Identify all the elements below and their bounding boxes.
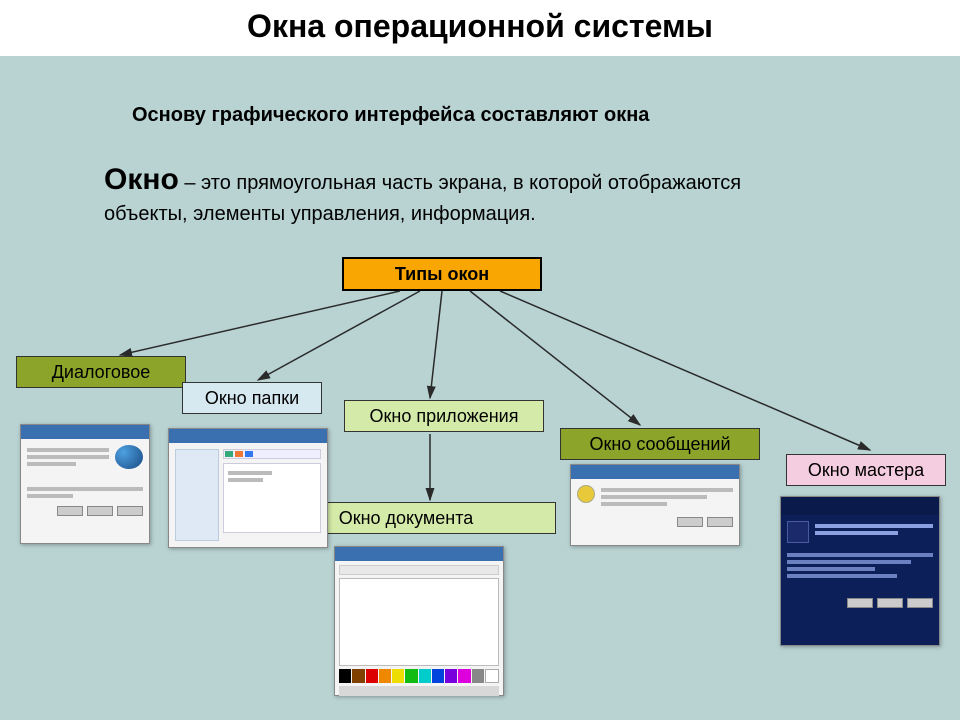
root-node: Типы окон xyxy=(342,257,542,291)
node-wizard: Окно мастера xyxy=(786,454,946,486)
definition-term: Окно xyxy=(104,163,179,196)
intro-text: Основу графического интерфейса составляю… xyxy=(132,102,832,128)
page-title: Окна операционной системы xyxy=(0,8,960,45)
node-folder: Окно папки xyxy=(182,382,322,414)
definition-body: – это прямоугольная часть экрана, в кото… xyxy=(104,172,741,225)
definition-text: Окно – это прямоугольная часть экрана, в… xyxy=(104,160,824,228)
thumb-doc xyxy=(334,546,504,696)
thumb-msg xyxy=(570,464,740,546)
node-msg: Окно сообщений xyxy=(560,428,760,460)
node-app: Окно приложения xyxy=(344,400,544,432)
thumb-folder xyxy=(168,428,328,548)
node-dialog: Диалоговое xyxy=(16,356,186,388)
thumb-dialog xyxy=(20,424,150,544)
thumb-wizard xyxy=(780,496,940,646)
